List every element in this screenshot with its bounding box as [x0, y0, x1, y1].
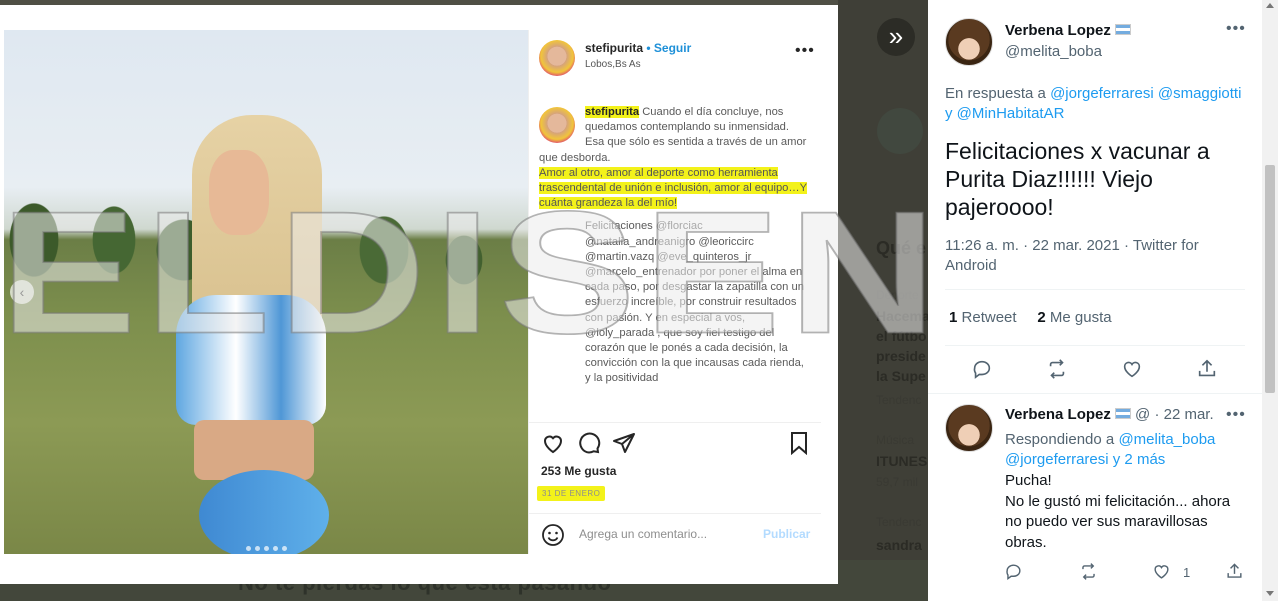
reply-handle: @	[1135, 406, 1151, 423]
comment-icon	[579, 432, 601, 454]
carousel-dots	[244, 538, 289, 554]
background-trend-text: sandra	[876, 537, 922, 553]
more-mentions-link[interactable]: y 2 más	[1113, 451, 1166, 468]
reply-icon[interactable]	[1004, 562, 1023, 581]
background-trend-text: Tendenc	[876, 393, 922, 407]
reply-icon[interactable]	[971, 358, 993, 380]
ig-location: Lobos,Bs As	[585, 59, 641, 70]
reply-text: Pucha! No le gustó mi felicitación... ah…	[1005, 472, 1231, 551]
background-trend-text: preside	[876, 348, 926, 364]
next-image-button[interactable]: »	[877, 18, 915, 56]
background-trend-text: Música	[876, 433, 915, 447]
divider	[945, 289, 1245, 290]
ig-caption-highlight: Amor al otro, amor al deporte como herra…	[539, 166, 808, 210]
reply-date[interactable]: · 22 mar.	[1154, 406, 1213, 423]
background-trend-text: la Supe	[876, 368, 926, 384]
share-icon[interactable]	[1225, 562, 1244, 581]
instagram-panel: stefipurita • Seguir Lobos,Bs As ••• ste…	[528, 30, 821, 554]
more-options-icon[interactable]: •••	[1226, 20, 1246, 38]
like-icon[interactable]	[1121, 358, 1143, 380]
tweet-stats: 1 Retweet 2 Me gusta	[949, 309, 1112, 326]
scrollbar-thumb[interactable]	[1265, 165, 1275, 393]
tweet-text: Felicitaciones x vacunar a Purita Diaz!!…	[945, 138, 1210, 220]
ig-header: stefipurita • Seguir Lobos,Bs As •••	[529, 30, 821, 86]
share-icon	[613, 433, 635, 453]
photo-person-shirt	[176, 295, 326, 425]
ig-caption-username: stefipurita	[585, 106, 640, 118]
mention-link[interactable]: @jorgeferraresi	[1005, 451, 1109, 468]
tweet-meta[interactable]: 11:26 a. m. · 22 mar. 2021 · Twitter for…	[945, 236, 1245, 276]
retweet-icon[interactable]	[1046, 358, 1068, 380]
ig-caption: stefipurita Cuando el día concluye, nos …	[539, 105, 811, 421]
background-trend-text: Hacema	[876, 308, 930, 324]
post-photo: ‹	[4, 30, 528, 554]
ig-comment-box: Agrega un comentario... Publicar	[529, 513, 821, 554]
avatar[interactable]	[945, 404, 993, 452]
ig-comment-placeholder: Agrega un comentario...	[579, 527, 708, 541]
divider	[945, 345, 1245, 346]
mention-link[interactable]: @MinHabitatAR	[957, 105, 1065, 122]
ig-caption-text-1: Cuando el día concluye, nos quedamos con…	[539, 106, 807, 164]
argentina-flag-icon	[1114, 24, 1131, 35]
author-handle[interactable]: @melita_boba	[1005, 43, 1102, 60]
ig-follow: • Seguir	[646, 41, 692, 55]
background-trend-text: 59,7 mil	[876, 475, 919, 489]
mention-link[interactable]: @melita_boba	[1118, 431, 1215, 448]
like-count[interactable]: 2 Me gusta	[1037, 309, 1111, 326]
mention-link[interactable]: @jorgeferraresi	[1050, 85, 1154, 102]
ig-date: 31 DE ENERO	[537, 486, 606, 501]
ig-username: stefipurita	[585, 41, 644, 55]
scroll-up-icon[interactable]	[1266, 3, 1274, 8]
avatar[interactable]	[945, 18, 993, 66]
retweet-count[interactable]: 1 Retweet	[949, 309, 1017, 326]
background-trend-text: ITUNES	[876, 453, 928, 469]
ig-actions	[529, 422, 821, 462]
argentina-flag-icon	[1114, 408, 1131, 419]
ig-avatar	[539, 40, 575, 76]
more-options-icon[interactable]: •••	[1226, 406, 1246, 424]
background-trend-text: Tendenc	[876, 515, 922, 529]
author-name[interactable]: Verbena Lopez	[1005, 22, 1131, 39]
heart-icon	[543, 435, 563, 454]
ig-likes: 253 Me gusta	[541, 464, 617, 478]
chevron-double-right-icon: »	[888, 21, 904, 51]
ig-caption-text-2: Felicitaciones @florciac @natalia_andrea…	[585, 220, 804, 385]
retweet-icon[interactable]	[1079, 562, 1098, 581]
replying-to: En respuesta a @jorgeferraresi @smaggiot…	[945, 85, 1242, 122]
reply-author[interactable]: Verbena Lopez @ · 22 mar.	[1005, 406, 1214, 423]
mention-link[interactable]: @smaggiotti	[1158, 85, 1242, 102]
carousel-prev-icon: ‹	[10, 280, 34, 304]
divider	[928, 393, 1262, 394]
ig-publish: Publicar	[763, 527, 811, 541]
background-avatar	[877, 108, 923, 154]
bookmark-icon	[791, 432, 807, 455]
like-count: 1	[1183, 565, 1191, 580]
ig-more-icon: •••	[795, 42, 815, 59]
replying-to: Respondiendo a @melita_boba @jorgeferrar…	[1005, 431, 1216, 468]
ig-username-line: stefipurita • Seguir	[585, 41, 691, 55]
tweet-image: ‹ stefipurita • Seguir Lobos,Bs As ••• s…	[0, 5, 1250, 584]
photo-person-face	[209, 150, 269, 235]
like-icon[interactable]	[1152, 562, 1171, 581]
scroll-down-icon[interactable]	[1266, 591, 1274, 596]
scrollbar[interactable]	[1262, 0, 1278, 601]
share-icon[interactable]	[1196, 358, 1218, 380]
background-trend-text: Deporte	[876, 288, 919, 302]
emoji-icon	[542, 524, 564, 546]
background-trend-text: el fútbo	[876, 328, 927, 344]
ig-caption-avatar	[539, 107, 575, 143]
background-trend-text: Qué e	[876, 238, 927, 258]
